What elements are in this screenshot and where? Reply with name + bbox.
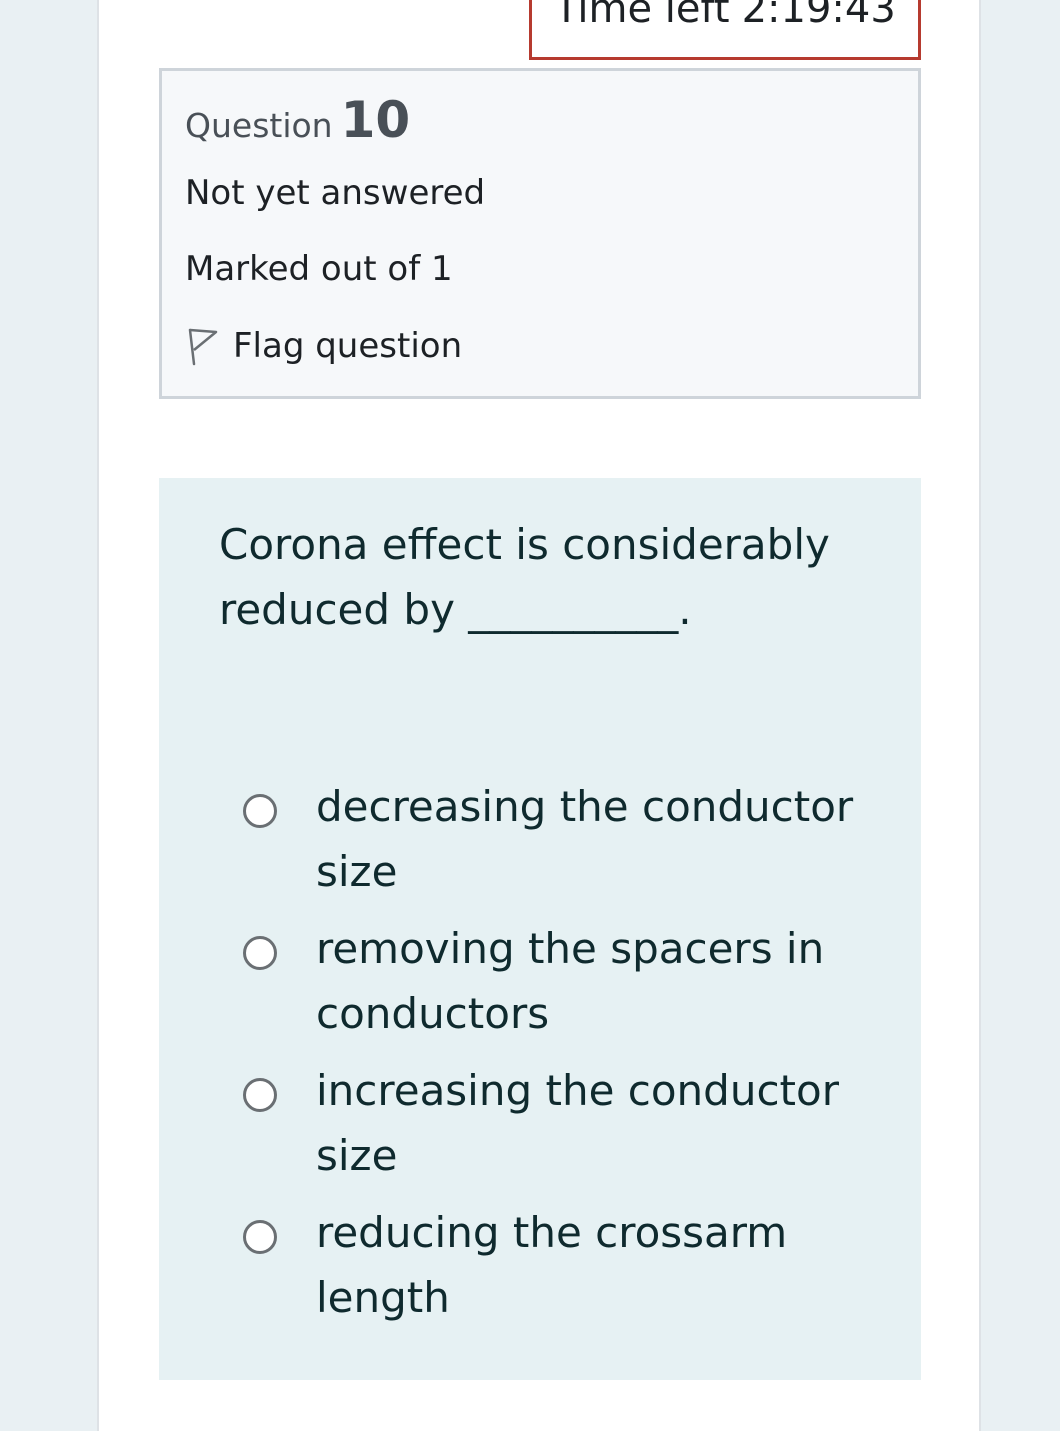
timer-label: Time left	[554, 0, 730, 32]
answer-option[interactable]: reducing the crossarm length	[243, 1200, 903, 1342]
timer-value: 2:19:43	[741, 0, 896, 32]
answer-label[interactable]: reducing the crossarm length	[316, 1200, 876, 1330]
question-heading: Question 10	[185, 91, 410, 149]
radio-unchecked-icon[interactable]	[243, 1220, 277, 1254]
radio-unchecked-icon[interactable]	[243, 936, 277, 970]
answer-option[interactable]: increasing the conductor size	[243, 1058, 903, 1200]
question-grade: Marked out of 1	[185, 249, 453, 289]
flag-question-label: Flag question	[233, 326, 463, 366]
answer-list: decreasing the conductor size removing t…	[243, 774, 903, 1342]
radio-unchecked-icon[interactable]	[243, 794, 277, 828]
question-state: Not yet answered	[185, 173, 486, 213]
flag-outline-icon	[188, 328, 218, 366]
question-content-panel: Corona effect is considerably reduced by…	[159, 478, 921, 1380]
answer-label[interactable]: decreasing the conductor size	[316, 774, 876, 904]
quiz-timer: Time left 2:19:43	[529, 0, 921, 60]
question-word: Question	[185, 106, 333, 145]
answer-label[interactable]: increasing the conductor size	[316, 1058, 876, 1188]
answer-label[interactable]: removing the spacers in conductors	[316, 916, 876, 1046]
question-info-panel: Question 10 Not yet answered Marked out o…	[159, 68, 921, 399]
flag-question-link[interactable]: Flag question	[185, 326, 462, 366]
answer-option[interactable]: decreasing the conductor size	[243, 774, 903, 916]
answer-option[interactable]: removing the spacers in conductors	[243, 916, 903, 1058]
question-number: 10	[340, 91, 411, 149]
radio-unchecked-icon[interactable]	[243, 1078, 277, 1112]
question-text: Corona effect is considerably reduced by…	[219, 520, 830, 634]
